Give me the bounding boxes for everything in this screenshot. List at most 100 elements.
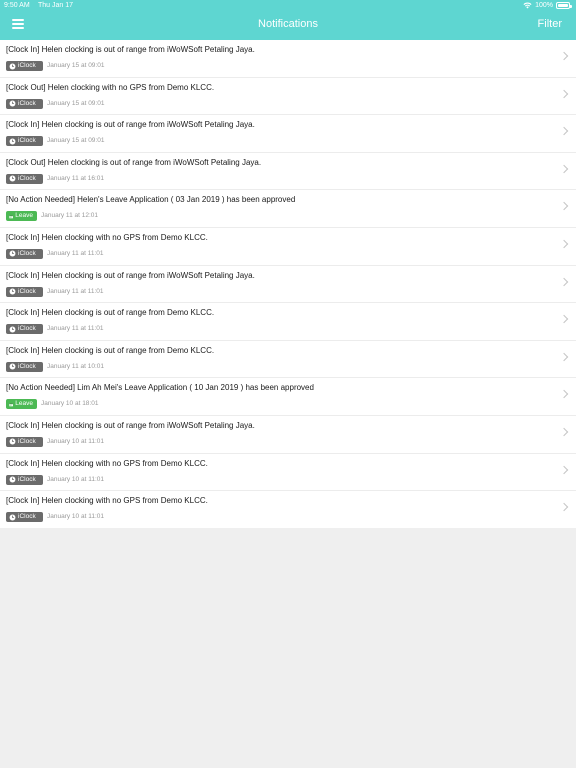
- notification-time: January 10 at 11:01: [47, 513, 104, 521]
- iclock-tag: iClock: [6, 248, 43, 259]
- iclock-tag: iClock: [6, 436, 43, 447]
- notification-text: [Clock In] Helen clocking is out of rang…: [6, 420, 255, 430]
- tag-label: iClock: [18, 137, 36, 145]
- chevron-right-icon: [559, 465, 569, 474]
- tag-label: iClock: [18, 362, 36, 370]
- tag-label: iClock: [18, 437, 36, 445]
- notification-item[interactable]: [No Action Needed] Helen's Leave Applica…: [0, 190, 576, 228]
- notification-time: January 10 at 18:01: [41, 400, 99, 408]
- chevron-right-icon: [559, 202, 569, 211]
- clock-icon: [9, 363, 16, 370]
- notification-text: [No Action Needed] Helen's Leave Applica…: [6, 195, 296, 205]
- chevron-right-icon: [559, 51, 569, 61]
- page-title: Notifications: [258, 18, 318, 30]
- iclock-tag: iClock: [6, 361, 43, 372]
- notification-item[interactable]: [Clock In] Helen clocking is out of rang…: [0, 415, 576, 454]
- chevron-right-icon: [559, 277, 569, 286]
- status-date: Thu Jan 17: [38, 2, 74, 9]
- notification-item[interactable]: [No Action Needed] Lim Ah Mei's Leave Ap…: [0, 378, 576, 416]
- notification-time: January 11 at 12:01: [41, 212, 98, 220]
- notification-item[interactable]: [Clock In] Helen clocking is out of rang…: [0, 303, 576, 341]
- battery-icon: [556, 2, 572, 9]
- notification-time: January 11 at 11:01: [47, 287, 104, 295]
- notification-time: January 11 at 16:01: [47, 174, 104, 182]
- chevron-right-icon: [559, 390, 569, 399]
- notification-text: [Clock In] Helen clocking with no GPS fr…: [6, 458, 208, 468]
- nav-bar: 9:50 AM Thu Jan 17 100% Notifications Fi…: [0, 0, 576, 40]
- notification-item[interactable]: [Clock Out] Helen clocking with no GPS f…: [0, 77, 576, 116]
- notification-time: January 11 at 10:01: [47, 362, 104, 370]
- wifi-icon: [523, 2, 532, 9]
- filter-button[interactable]: Filter: [538, 18, 562, 30]
- notification-time: January 11 at 11:01: [47, 325, 104, 333]
- tag-label: iClock: [18, 475, 36, 483]
- notification-text: [Clock In] Helen clocking is out of rang…: [6, 308, 215, 318]
- clock-icon: [9, 138, 16, 145]
- tag-label: Leave: [15, 212, 33, 220]
- notification-item[interactable]: [Clock In] Helen clocking with no GPS fr…: [0, 227, 576, 266]
- tag-label: iClock: [18, 249, 36, 257]
- chevron-right-icon: [559, 239, 569, 249]
- tag-label: iClock: [18, 62, 36, 69]
- notification-time: January 10 at 11:01: [47, 437, 104, 445]
- tag-label: iClock: [18, 287, 36, 295]
- iclock-tag: iClock: [6, 173, 43, 184]
- iclock-tag: iClock: [6, 324, 43, 335]
- iclock-tag: iClock: [6, 136, 43, 147]
- notification-item[interactable]: [Clock In] Helen clocking is out of rang…: [0, 115, 576, 153]
- iclock-tag: iClock: [6, 98, 43, 109]
- clock-icon: [9, 175, 16, 182]
- iclock-tag: iClock: [6, 61, 43, 71]
- notification-text: [Clock In] Helen clocking is out of rang…: [6, 45, 255, 54]
- clock-icon: [9, 476, 16, 483]
- notification-text: [Clock In] Helen clocking is out of rang…: [6, 345, 215, 355]
- iclock-tag: iClock: [6, 286, 43, 297]
- notification-time: January 10 at 11:01: [47, 475, 104, 483]
- notification-time: January 11 at 11:01: [47, 249, 104, 257]
- notification-text: [Clock Out] Helen clocking is out of ran…: [6, 157, 262, 167]
- notification-item[interactable]: [Clock In] Helen clocking with no GPS fr…: [0, 453, 576, 492]
- notification-text: [Clock In] Helen clocking with no GPS fr…: [6, 232, 208, 242]
- notification-item[interactable]: [Clock In] Helen clocking with no GPS fr…: [0, 491, 576, 528]
- chevron-right-icon: [559, 164, 569, 174]
- chevron-right-icon: [559, 427, 569, 437]
- battery-percent: 100%: [535, 2, 553, 9]
- clock-icon: [9, 438, 16, 445]
- notification-time: January 15 at 09:01: [47, 137, 105, 145]
- tag-label: iClock: [18, 174, 36, 182]
- notification-text: [Clock In] Helen clocking is out of rang…: [6, 270, 255, 280]
- status-right: 100%: [523, 2, 572, 9]
- clock-icon: [9, 514, 16, 521]
- notification-item[interactable]: [Clock In] Helen clocking is out of rang…: [0, 340, 576, 379]
- tag-label: iClock: [18, 513, 36, 521]
- chevron-right-icon: [559, 352, 569, 361]
- notification-item[interactable]: [Clock In] Helen clocking is out of rang…: [0, 40, 576, 78]
- tag-label: iClock: [18, 325, 36, 333]
- calendar-icon: [9, 402, 13, 407]
- tag-label: Leave: [15, 400, 33, 408]
- chevron-right-icon: [559, 126, 569, 136]
- iclock-tag: iClock: [6, 474, 43, 485]
- notification-item[interactable]: [Clock In] Helen clocking is out of rang…: [0, 265, 576, 304]
- status-time: 9:50 AM: [4, 2, 30, 9]
- clock-icon: [9, 100, 16, 107]
- clock-icon: [9, 63, 16, 69]
- notification-text: [Clock Out] Helen clocking with no GPS f…: [6, 82, 215, 92]
- chevron-right-icon: [559, 502, 569, 512]
- leave-tag: Leave: [6, 211, 37, 222]
- iclock-tag: iClock: [6, 512, 43, 523]
- chevron-right-icon: [559, 314, 569, 324]
- status-bar: 9:50 AM Thu Jan 17 100%: [0, 0, 576, 12]
- chevron-right-icon: [559, 89, 569, 98]
- clock-icon: [9, 288, 16, 295]
- notification-time: January 15 at 09:01: [47, 99, 105, 107]
- notification-text: [No Action Needed] Lim Ah Mei's Leave Ap…: [6, 383, 314, 393]
- leave-tag: Leave: [6, 399, 37, 410]
- notification-item[interactable]: [Clock Out] Helen clocking is out of ran…: [0, 152, 576, 191]
- notification-text: [Clock In] Helen clocking with no GPS fr…: [6, 496, 208, 506]
- tag-label: iClock: [18, 99, 36, 107]
- notification-list: [Clock In] Helen clocking is out of rang…: [0, 40, 576, 528]
- notification-text: [Clock In] Helen clocking is out of rang…: [6, 120, 255, 130]
- notification-time: January 15 at 09:01: [47, 62, 105, 69]
- clock-icon: [9, 326, 16, 333]
